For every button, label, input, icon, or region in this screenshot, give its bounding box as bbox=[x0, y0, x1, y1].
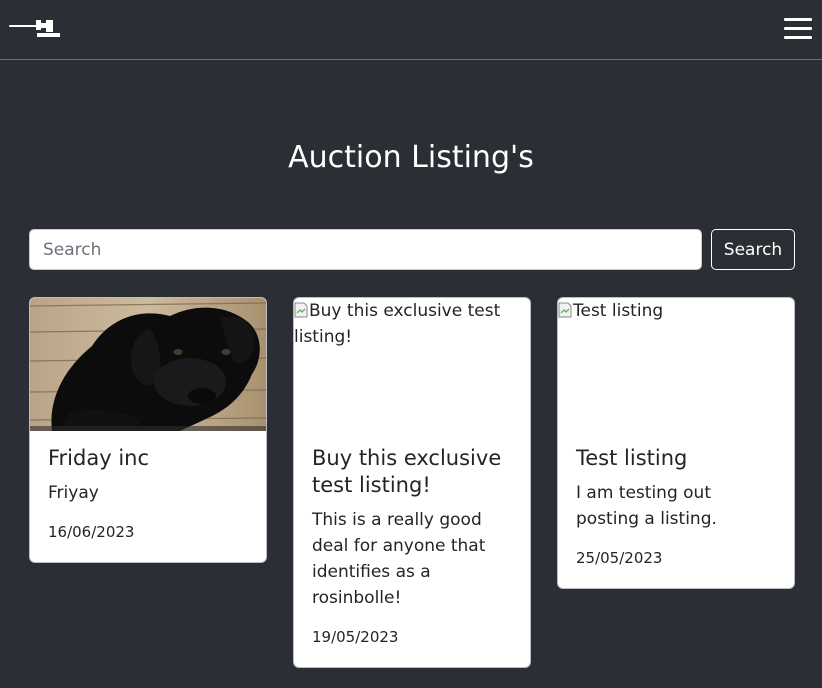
listing-date: 19/05/2023 bbox=[312, 628, 399, 646]
listing-date: 16/06/2023 bbox=[48, 523, 135, 541]
listing-image-broken[interactable]: Buy this exclusive test listing! bbox=[294, 298, 530, 431]
page-title: Auction Listing's bbox=[288, 140, 534, 175]
image-alt-text: Buy this exclusive test listing! bbox=[294, 301, 501, 347]
puppy-photo bbox=[30, 298, 266, 431]
listing-description: I am testing out posting a listing. bbox=[576, 483, 717, 529]
listing-title[interactable]: Friday inc bbox=[48, 445, 248, 472]
gavel-icon[interactable] bbox=[8, 16, 64, 40]
listing-title[interactable]: Buy this exclusive test listing! bbox=[312, 445, 512, 499]
listing-card[interactable]: Friday inc Friyay 16/06/2023 bbox=[29, 297, 267, 563]
listing-description: Friyay bbox=[48, 483, 99, 503]
listing-description: This is a really good deal for anyone th… bbox=[312, 510, 486, 608]
broken-image-icon bbox=[558, 302, 572, 318]
listing-image-broken[interactable]: Test listing bbox=[558, 298, 794, 431]
broken-image-icon bbox=[294, 302, 308, 318]
hamburger-menu-icon[interactable] bbox=[784, 16, 812, 42]
search-button[interactable]: Search bbox=[711, 229, 795, 270]
navbar bbox=[0, 0, 822, 60]
listing-title[interactable]: Test listing bbox=[576, 445, 776, 472]
image-alt-text: Test listing bbox=[573, 301, 664, 321]
search-input[interactable] bbox=[29, 229, 702, 270]
listing-card[interactable]: Test listing Test listing I am testing o… bbox=[557, 297, 795, 589]
listing-image[interactable] bbox=[30, 298, 266, 431]
listing-card[interactable]: Buy this exclusive test listing! Buy thi… bbox=[293, 297, 531, 668]
listing-date: 25/05/2023 bbox=[576, 549, 663, 567]
